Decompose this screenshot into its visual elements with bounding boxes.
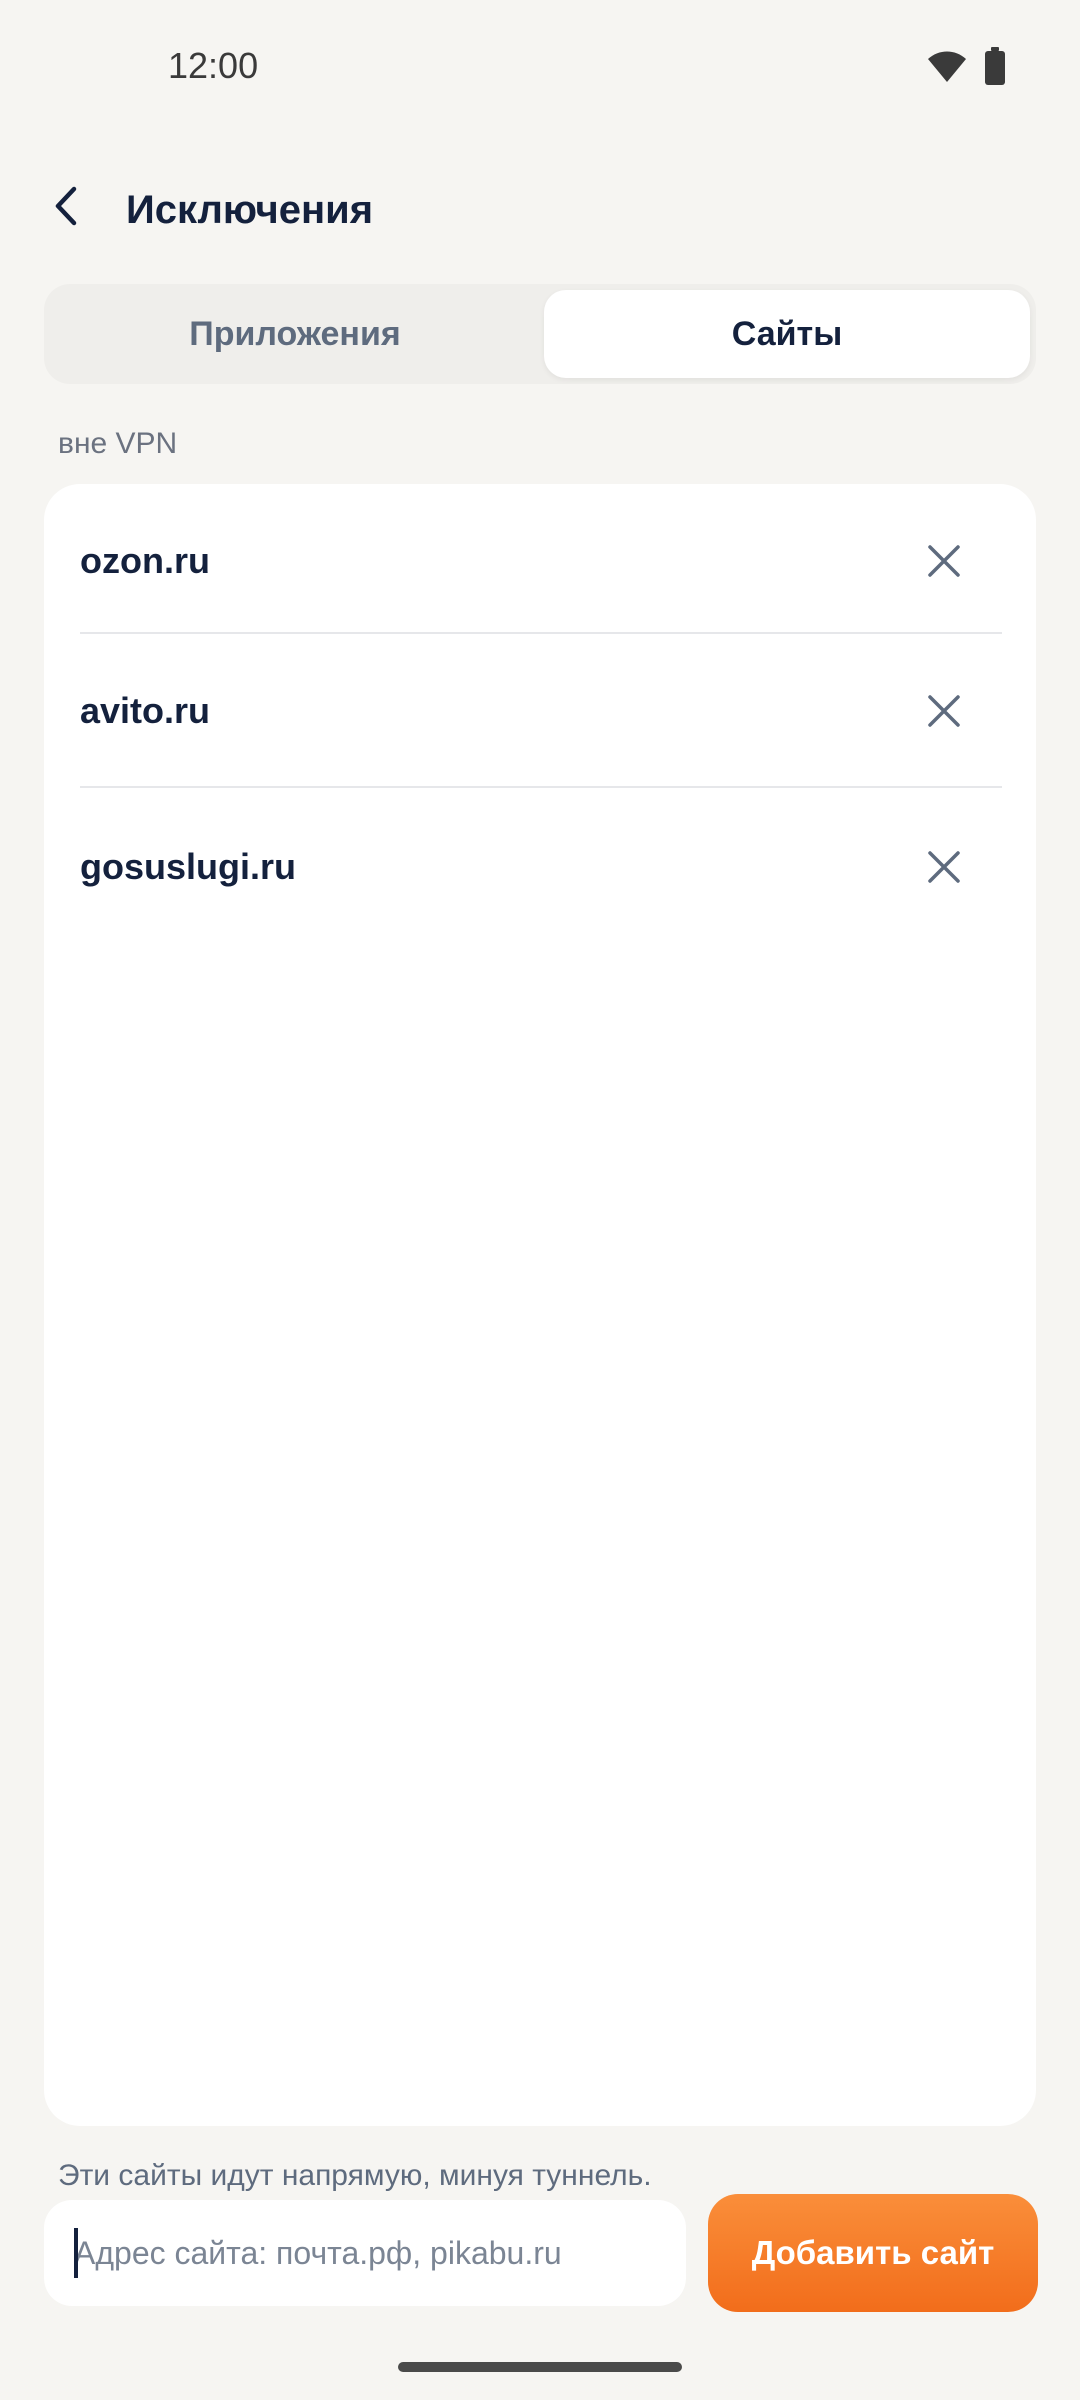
sites-list: ozon.ru avito.ru gosuslugi.ru (44, 484, 1036, 2126)
wifi-icon (926, 48, 968, 89)
site-address-input[interactable] (44, 2222, 686, 2284)
close-icon (928, 545, 960, 577)
site-name: avito.ru (80, 690, 211, 731)
add-site-button[interactable]: Добавить сайт (708, 2194, 1038, 2312)
remove-site-button[interactable] (914, 681, 974, 741)
close-icon (928, 695, 960, 727)
status-icons (926, 46, 1006, 90)
list-item: ozon.ru (80, 484, 1002, 638)
divider (80, 786, 1002, 788)
remove-site-button[interactable] (914, 531, 974, 591)
tab-apps[interactable]: Приложения (50, 290, 540, 378)
list-item: avito.ru (80, 634, 1002, 788)
remove-site-button[interactable] (914, 837, 974, 897)
back-button[interactable] (36, 176, 96, 240)
chevron-left-icon (52, 185, 80, 232)
site-name: ozon.ru (80, 540, 210, 581)
home-indicator[interactable] (398, 2362, 682, 2372)
segmented-tabs: Приложения Сайты (44, 284, 1036, 384)
footer-note: Эти сайты идут напрямую, минуя туннель. (58, 2159, 652, 2192)
close-icon (928, 851, 960, 883)
page-title: Исключения (126, 188, 374, 232)
site-name: gosuslugi.ru (80, 846, 296, 887)
site-address-field[interactable] (44, 2200, 686, 2306)
status-time: 12:00 (168, 45, 259, 86)
battery-icon (984, 46, 1006, 90)
section-label: вне VPN (58, 427, 178, 460)
text-caret (74, 2228, 78, 2278)
tab-sites[interactable]: Сайты (544, 290, 1030, 378)
list-item: gosuslugi.ru (80, 790, 1002, 944)
